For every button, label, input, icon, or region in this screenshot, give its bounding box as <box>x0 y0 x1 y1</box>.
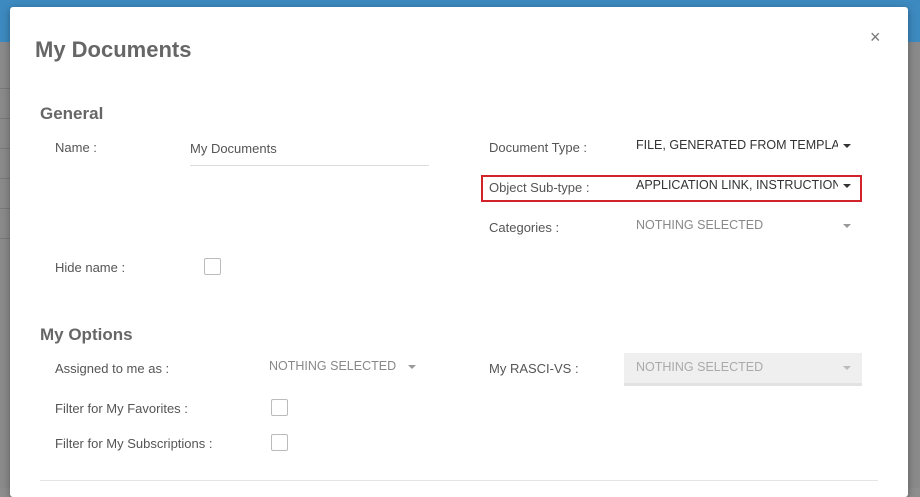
my-documents-dialog: My Documents × General Name : My Documen… <box>10 7 908 497</box>
categories-value: NOTHING SELECTED <box>636 218 764 232</box>
section-heading-my-options: My Options <box>40 325 133 344</box>
categories-label: Categories : <box>489 220 560 235</box>
chevron-down-icon <box>843 366 851 370</box>
assigned-select[interactable]: NOTHING SELECTED <box>263 356 423 378</box>
subscriptions-label: Filter for My Subscriptions : <box>55 436 213 451</box>
close-icon[interactable]: × <box>870 27 881 47</box>
dialog-title: My Documents <box>35 37 192 62</box>
favorites-checkbox[interactable] <box>271 399 288 416</box>
rasci-select[interactable]: NOTHING SELECTED <box>624 353 862 386</box>
name-label: Name : <box>55 140 97 155</box>
chevron-down-icon <box>843 144 851 148</box>
chevron-down-icon <box>843 224 851 228</box>
section-heading-general: General <box>40 104 104 123</box>
object-subtype-select[interactable]: APPLICATION LINK, INSTRUCTIONS <box>630 175 860 197</box>
subscriptions-checkbox[interactable] <box>271 434 288 451</box>
document-type-value: FILE, GENERATED FROM TEMPLATE <box>636 138 838 152</box>
favorites-label: Filter for My Favorites : <box>55 401 188 416</box>
chevron-down-icon <box>843 184 851 188</box>
name-input-value: My Documents <box>190 141 277 156</box>
object-subtype-value: APPLICATION LINK, INSTRUCTIONS <box>636 178 838 192</box>
assigned-label: Assigned to me as : <box>55 361 170 376</box>
hide-name-label: Hide name : <box>55 260 126 275</box>
name-input[interactable]: My Documents <box>190 133 429 166</box>
section-divider <box>40 480 878 481</box>
object-subtype-label: Object Sub-type : <box>489 180 590 195</box>
document-type-select[interactable]: FILE, GENERATED FROM TEMPLATE <box>630 135 860 157</box>
rasci-value: NOTHING SELECTED <box>636 360 764 374</box>
chevron-down-icon <box>408 365 416 369</box>
document-type-label: Document Type : <box>489 140 588 155</box>
name-input-underline <box>190 165 429 166</box>
hide-name-checkbox[interactable] <box>204 258 221 275</box>
categories-select[interactable]: NOTHING SELECTED <box>630 215 860 237</box>
rasci-label: My RASCI-VS : <box>489 361 579 376</box>
assigned-value: NOTHING SELECTED <box>269 359 397 373</box>
